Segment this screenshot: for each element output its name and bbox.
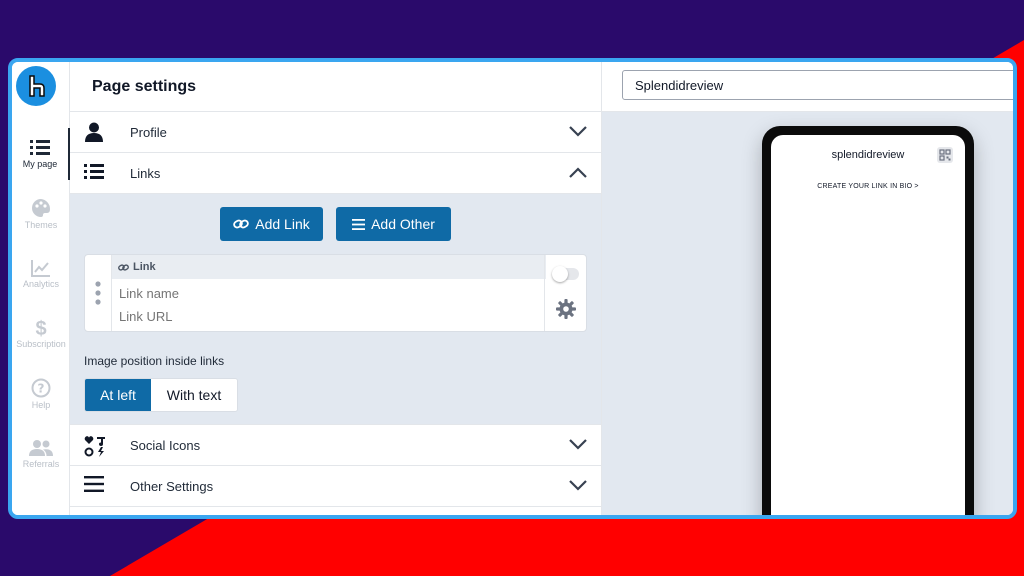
user-icon <box>85 122 103 142</box>
link-url-input[interactable] <box>119 309 519 324</box>
links-section-body: Add Link Add Other Link Link name Link U… <box>70 194 601 425</box>
phone-page-title: splendidreview <box>831 149 905 161</box>
link-card-header: Link <box>112 255 546 279</box>
link-visibility-toggle[interactable] <box>552 266 579 282</box>
gear-icon[interactable] <box>556 299 576 319</box>
chevron-up-icon[interactable] <box>569 167 587 178</box>
help-icon: ? <box>31 378 51 398</box>
link-card-title: Link <box>133 261 156 273</box>
page-title: Page settings <box>70 62 601 112</box>
drag-dots-icon <box>95 281 101 305</box>
section-social-icons[interactable]: Social Icons <box>70 425 601 466</box>
phone-preview: splendidreview CREATE YOUR LINK IN BIO > <box>762 126 974 515</box>
add-link-button[interactable]: Add Link <box>220 207 323 241</box>
nav-label: Help <box>31 400 51 410</box>
nav-label: Analytics <box>22 279 59 289</box>
menu-icon <box>352 218 366 230</box>
nav-themes[interactable]: Themes <box>12 188 70 240</box>
link-icon <box>233 219 250 229</box>
qr-icon-glyph <box>939 149 951 161</box>
section-label: Profile <box>130 124 167 140</box>
image-position-label: Image position inside links <box>84 354 225 368</box>
logo-icon <box>29 75 45 97</box>
nav-subscription[interactable]: $ Subscription <box>12 308 70 360</box>
nav-label: Themes <box>24 220 58 230</box>
section-label: Social Icons <box>130 437 201 453</box>
list-icon <box>30 140 50 155</box>
section-label: Other Settings <box>130 478 214 494</box>
settings-panel: Page settings Profile Links Add Link Add… <box>70 62 602 515</box>
nav-referrals[interactable]: Referrals <box>12 428 70 480</box>
position-at-left[interactable]: At left <box>85 379 151 411</box>
chevron-down-icon[interactable] <box>569 126 587 137</box>
svg-text:?: ? <box>38 382 45 396</box>
link-name-input[interactable] <box>119 286 519 301</box>
chart-line-icon <box>31 260 50 277</box>
chevron-down-icon[interactable] <box>569 439 587 450</box>
link-card-actions <box>544 255 586 331</box>
left-nav-rail: My page Themes Analytics $ Subscription … <box>12 62 70 515</box>
add-other-label: Add Other <box>371 216 435 232</box>
section-other-settings[interactable]: Other Settings <box>70 466 601 507</box>
drag-handle[interactable] <box>85 255 112 331</box>
preview-toolbar: Splendidreview <box>602 62 1013 112</box>
section-label: Links <box>130 165 161 181</box>
nav-analytics[interactable]: Analytics <box>12 248 70 300</box>
page-name-field[interactable]: Splendidreview <box>622 70 1013 100</box>
add-link-label: Add Link <box>255 216 310 232</box>
app-logo[interactable] <box>16 66 56 106</box>
dollar-icon: $ <box>35 318 47 340</box>
add-other-button[interactable]: Add Other <box>336 207 451 241</box>
list-icon <box>84 164 104 179</box>
position-with-text[interactable]: With text <box>151 379 237 411</box>
social-icons-icon <box>84 436 105 457</box>
preview-pane: Splendidreview splendidreview CREATE YOU… <box>602 62 1013 515</box>
section-links[interactable]: Links <box>70 153 601 194</box>
menu-icon <box>84 476 104 492</box>
nav-label: My page <box>22 159 58 169</box>
link-icon <box>118 263 129 271</box>
app-window: My page Themes Analytics $ Subscription … <box>8 58 1017 519</box>
palette-icon <box>32 199 51 217</box>
qr-code-icon[interactable] <box>937 147 953 163</box>
nav-label: Subscription <box>16 339 66 349</box>
create-link-cta[interactable]: CREATE YOUR LINK IN BIO > <box>771 183 965 190</box>
section-profile[interactable]: Profile <box>70 112 601 153</box>
phone-screen: splendidreview CREATE YOUR LINK IN BIO > <box>771 135 965 515</box>
users-icon <box>29 440 53 456</box>
nav-my-page[interactable]: My page <box>12 128 70 180</box>
chevron-down-icon[interactable] <box>569 480 587 491</box>
nav-help[interactable]: ? Help <box>12 368 70 420</box>
nav-label: Referrals <box>22 459 60 469</box>
link-card: Link <box>84 254 587 332</box>
image-position-toggle: At left With text <box>84 378 238 412</box>
